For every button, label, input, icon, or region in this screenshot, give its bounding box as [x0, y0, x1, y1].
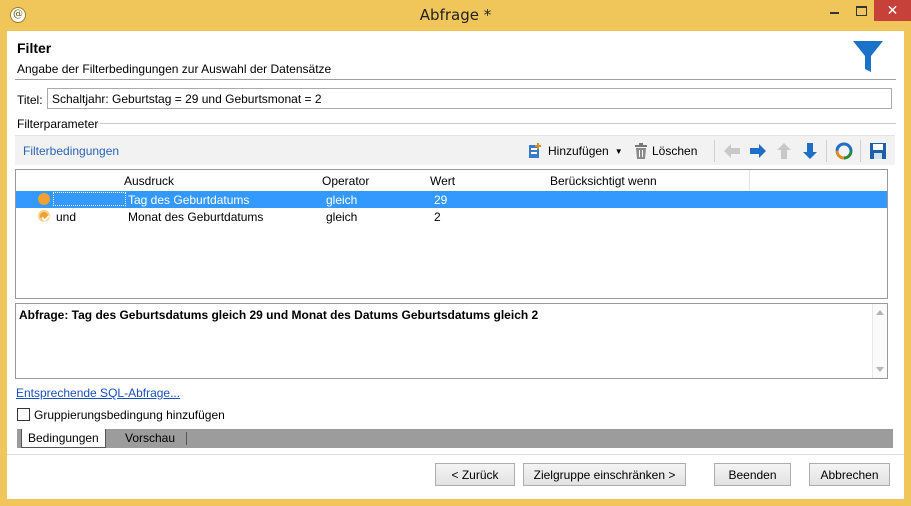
condition-status-icon — [38, 193, 50, 205]
row-focus-outline — [53, 192, 126, 206]
toolbar-separator — [714, 140, 715, 162]
footer-divider — [7, 454, 904, 455]
sql-query-link[interactable]: Entsprechende SQL-Abfrage... — [16, 386, 180, 400]
finish-button[interactable]: Beenden — [714, 463, 791, 486]
add-button[interactable]: Hinzufügen ▼ — [528, 141, 623, 161]
window-title: Abfrage * — [419, 6, 492, 24]
tab-divider — [186, 432, 187, 445]
tab-preview[interactable]: Vorschau — [119, 429, 181, 448]
delete-button-label: Löschen — [652, 144, 698, 158]
row-value: 29 — [434, 193, 448, 207]
table-row[interactable]: Tag des Geburtdatums gleich 29 — [16, 191, 887, 208]
next-button[interactable]: Zielgruppe einschränken > — [523, 463, 686, 486]
column-header-value[interactable]: Wert — [430, 174, 455, 188]
column-header-condition[interactable]: Berücksichtigt wenn — [550, 174, 657, 188]
filter-conditions-link[interactable]: Filterbedingungen — [23, 144, 119, 158]
scroll-up-icon[interactable] — [876, 310, 884, 315]
conditions-table: Ausdruck Operator Wert Berücksichtigt we… — [15, 169, 888, 299]
column-header-operator[interactable]: Operator — [322, 174, 369, 188]
chevron-down-icon[interactable]: ▼ — [615, 147, 623, 156]
column-divider — [749, 170, 750, 191]
row-operator: gleich — [326, 193, 358, 207]
page-subtitle: Angabe der Filterbedingungen zur Auswahl… — [17, 62, 332, 76]
minimize-button[interactable] — [822, 0, 848, 21]
row-operator: gleich — [326, 210, 358, 224]
toolbar-separator — [826, 140, 827, 162]
maximize-button[interactable] — [848, 0, 874, 21]
table-header: Ausdruck Operator Wert Berücksichtigt we… — [16, 170, 887, 191]
filter-section-label: Filterparameter — [17, 117, 99, 131]
column-header-expression[interactable]: Ausdruck — [124, 174, 174, 188]
scroll-down-icon[interactable] — [876, 367, 884, 372]
arrow-down-icon[interactable] — [800, 141, 820, 161]
query-text-area[interactable]: Abfrage: Tag des Geburtsdatums gleich 29… — [15, 303, 888, 379]
filter-toolbar: Filterbedingungen Hinzufügen ▼ Löschen — [15, 135, 895, 165]
row-value: 2 — [434, 210, 441, 224]
row-prefix: und — [56, 210, 77, 224]
group-condition-checkbox[interactable] — [17, 408, 30, 421]
condition-and-icon — [38, 210, 50, 222]
group-condition-label[interactable]: Gruppierungsbedingung hinzufügen — [34, 408, 225, 422]
title-input[interactable] — [47, 88, 892, 109]
row-expression: Tag des Geburtdatums — [128, 193, 250, 207]
title-bar[interactable]: @ Abfrage * ✕ — [7, 0, 911, 31]
query-text: Abfrage: Tag des Geburtsdatums gleich 29… — [19, 308, 539, 322]
vertical-scrollbar[interactable] — [872, 304, 887, 378]
add-condition-icon — [529, 143, 541, 158]
back-button[interactable]: < Zurück — [435, 463, 515, 486]
arrow-right-icon[interactable] — [748, 141, 768, 161]
arrow-up-icon[interactable] — [774, 141, 794, 161]
row-expression: Monat des Geburtdatums — [128, 210, 264, 224]
filter-section-divider — [100, 123, 896, 124]
tab-conditions[interactable]: Bedingungen — [21, 429, 106, 448]
trash-icon — [635, 143, 647, 159]
dialog-window: @ Abfrage * ✕ Filter Angabe der Filterbe… — [0, 0, 911, 506]
save-icon[interactable] — [868, 141, 888, 161]
delete-button[interactable]: Löschen — [634, 141, 697, 161]
cancel-button[interactable]: Abbrechen — [809, 463, 890, 486]
funnel-icon — [853, 41, 883, 72]
bottom-tab-bar: Bedingungen Vorschau — [17, 429, 893, 448]
toolbar-separator — [860, 140, 861, 162]
add-button-label: Hinzufügen — [548, 144, 609, 158]
title-label: Titel: — [17, 93, 43, 107]
refresh-chart-icon[interactable] — [834, 141, 854, 161]
arrow-left-icon[interactable] — [722, 141, 742, 161]
page-title: Filter — [17, 40, 52, 56]
close-button[interactable]: ✕ — [874, 0, 911, 21]
header-divider — [15, 79, 896, 80]
dialog-client: Filter Angabe der Filterbedingungen zur … — [7, 31, 904, 499]
table-row[interactable]: und Monat des Geburtdatums gleich 2 — [16, 208, 887, 225]
